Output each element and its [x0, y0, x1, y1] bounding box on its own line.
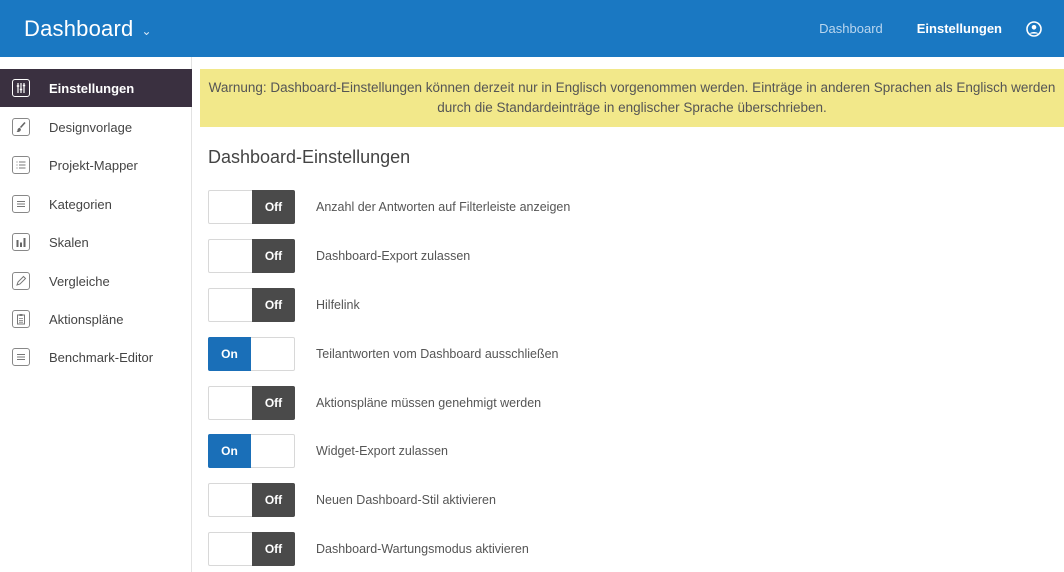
setting-toggle[interactable]: Off [208, 190, 295, 224]
sidebar-item-label: Benchmark-Editor [49, 349, 154, 365]
sidebar-item-designvorlage[interactable]: Designvorlage [0, 108, 192, 146]
top-bar: Dashboard ⌄ Dashboard Einstellungen [0, 0, 1064, 57]
chevron-down-icon: ⌄ [141, 23, 152, 38]
list-icon [12, 156, 30, 174]
sidebar-item-benchmark-editor[interactable]: Benchmark-Editor [0, 338, 192, 376]
top-nav: Dashboard Einstellungen [819, 0, 1064, 57]
setting-row-partial-responses: On Teilantworten vom Dashboard ausschlie… [208, 337, 559, 371]
setting-row-help-link: Off Hilfelink [208, 288, 360, 322]
setting-row-widget-export: On Widget-Export zulassen [208, 434, 448, 468]
setting-toggle[interactable]: Off [208, 239, 295, 273]
setting-toggle[interactable]: Off [208, 532, 295, 566]
setting-label: Aktionspläne müssen genehmigt werden [316, 396, 542, 410]
sidebar-item-label: Skalen [49, 234, 89, 250]
setting-label: Anzahl der Antworten auf Filterleiste an… [316, 200, 571, 214]
nav-settings-link[interactable]: Einstellungen [917, 21, 1002, 36]
pencil-icon [12, 272, 30, 290]
sidebar-item-aktionsplaene[interactable]: Aktionspläne [0, 300, 192, 338]
sidebar: Einstellungen Designvorlage Projekt-Mapp… [0, 57, 192, 572]
language-warning-banner: Warnung: Dashboard-Einstellungen können … [200, 69, 1064, 127]
setting-label: Dashboard-Wartungsmodus aktivieren [316, 542, 529, 556]
setting-toggle[interactable]: Off [208, 288, 295, 322]
setting-toggle[interactable]: Off [208, 483, 295, 517]
sidebar-item-label: Projekt-Mapper [49, 157, 138, 173]
lines-icon [12, 348, 30, 366]
toggle-state-label: Off [252, 190, 295, 224]
paintbrush-icon [12, 118, 30, 136]
bar-chart-icon [12, 233, 30, 251]
sidebar-item-kategorien[interactable]: Kategorien [0, 185, 192, 223]
setting-row-maintenance-mode: Off Dashboard-Wartungsmodus aktivieren [208, 532, 529, 566]
clipboard-icon [12, 310, 30, 328]
sidebar-item-projekt-mapper[interactable]: Projekt-Mapper [0, 146, 192, 184]
nav-dashboard-link[interactable]: Dashboard [819, 21, 883, 36]
sidebar-item-label: Designvorlage [49, 119, 133, 135]
page-title: Dashboard-Einstellungen [208, 147, 411, 167]
toggle-state-label: On [208, 434, 251, 468]
toggle-state-label: On [208, 337, 251, 371]
sidebar-item-einstellungen[interactable]: Einstellungen [0, 69, 192, 107]
user-icon[interactable] [1026, 20, 1042, 37]
toggle-state-label: Off [252, 239, 295, 273]
setting-row-action-plan-approval: Off Aktionspläne müssen genehmigt werden [208, 386, 541, 420]
sidebar-item-vergleiche[interactable]: Vergleiche [0, 262, 192, 300]
setting-row-dashboard-export: Off Dashboard-Export zulassen [208, 239, 470, 273]
setting-label: Dashboard-Export zulassen [316, 249, 471, 263]
setting-label: Widget-Export zulassen [316, 444, 449, 458]
toggle-state-label: Off [252, 532, 295, 566]
setting-toggle[interactable]: On [208, 337, 295, 371]
setting-row-new-dashboard-style: Off Neuen Dashboard-Stil aktivieren [208, 483, 496, 517]
sidebar-item-label: Vergleiche [49, 273, 110, 289]
toggle-state-label: Off [252, 483, 295, 517]
toggle-state-label: Off [252, 386, 295, 420]
setting-toggle[interactable]: Off [208, 386, 295, 420]
lines-icon [12, 195, 30, 213]
sidebar-item-label: Kategorien [49, 196, 112, 212]
setting-toggle[interactable]: On [208, 434, 295, 468]
sidebar-item-skalen[interactable]: Skalen [0, 223, 192, 261]
dashboard-switcher[interactable]: Dashboard ⌄ [24, 16, 152, 42]
setting-row-filter-count: Off Anzahl der Antworten auf Filterleist… [208, 190, 570, 224]
setting-label: Teilantworten vom Dashboard ausschließen [316, 347, 559, 361]
toggle-state-label: Off [252, 288, 295, 322]
sliders-icon [12, 79, 30, 97]
sidebar-item-label: Einstellungen [49, 80, 135, 96]
setting-label: Neuen Dashboard-Stil aktivieren [316, 493, 496, 507]
dashboard-title: Dashboard [24, 15, 134, 41]
setting-label: Hilfelink [316, 298, 360, 312]
sidebar-item-label: Aktionspläne [49, 311, 124, 327]
